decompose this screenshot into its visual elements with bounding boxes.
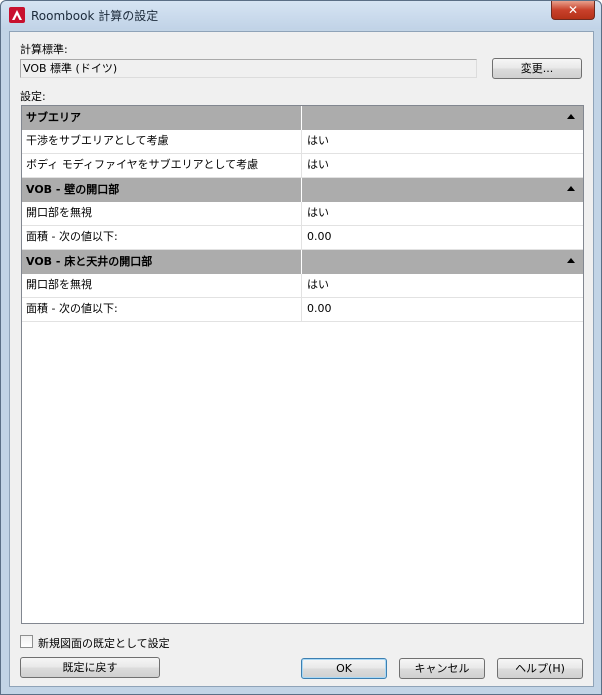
group-title: サブエリア <box>22 106 302 130</box>
property-name: ボディ モディファイヤをサブエリアとして考慮 <box>22 154 302 177</box>
change-button[interactable]: 変更... <box>492 58 582 79</box>
property-row[interactable]: 面積 - 次の値以下: 0.00 <box>22 226 583 250</box>
property-name: 面積 - 次の値以下: <box>22 298 302 321</box>
collapse-arrow-icon[interactable] <box>567 258 575 263</box>
property-value[interactable]: はい <box>307 202 329 224</box>
group-header-wall-openings[interactable]: VOB - 壁の開口部 <box>22 178 583 202</box>
property-value[interactable]: はい <box>307 130 329 152</box>
autocad-app-icon <box>9 7 25 23</box>
property-grid[interactable]: サブエリア 干渉をサブエリアとして考慮 はい ボディ モディファイヤをサブエリア… <box>21 105 584 624</box>
property-row[interactable]: 開口部を無視 はい <box>22 202 583 226</box>
property-row[interactable]: 開口部を無視 はい <box>22 274 583 298</box>
window-title: Roombook 計算の設定 <box>31 9 159 23</box>
group-header-floor-ceiling-openings[interactable]: VOB - 床と天井の開口部 <box>22 250 583 274</box>
property-name: 開口部を無視 <box>22 274 302 297</box>
settings-label: 設定: <box>20 90 46 103</box>
property-row[interactable]: ボディ モディファイヤをサブエリアとして考慮 はい <box>22 154 583 178</box>
reset-defaults-button[interactable]: 既定に戻す <box>20 657 160 678</box>
property-row[interactable]: 面積 - 次の値以下: 0.00 <box>22 298 583 322</box>
property-row[interactable]: 干渉をサブエリアとして考慮 はい <box>22 130 583 154</box>
cancel-button[interactable]: キャンセル <box>399 658 485 679</box>
property-value[interactable]: はい <box>307 274 329 296</box>
collapse-arrow-icon[interactable] <box>567 186 575 191</box>
property-name: 開口部を無視 <box>22 202 302 225</box>
property-name: 干渉をサブエリアとして考慮 <box>22 130 302 153</box>
ok-button[interactable]: OK <box>301 658 387 679</box>
collapse-arrow-icon[interactable] <box>567 114 575 119</box>
new-default-checkbox[interactable] <box>20 635 33 648</box>
group-header-subarea[interactable]: サブエリア <box>22 106 583 130</box>
help-button[interactable]: ヘルプ(H) <box>497 658 583 679</box>
property-value[interactable]: 0.00 <box>307 298 332 320</box>
property-value[interactable]: 0.00 <box>307 226 332 248</box>
standard-value-field: VOB 標準 (ドイツ) <box>20 59 477 78</box>
new-default-checkbox-label[interactable]: 新規図面の既定として設定 <box>38 635 170 651</box>
standard-label: 計算標準: <box>20 43 68 56</box>
group-title: VOB - 床と天井の開口部 <box>22 250 302 274</box>
close-button[interactable]: ✕ <box>551 1 595 20</box>
settings-dialog: Roombook 計算の設定 ✕ 計算標準: VOB 標準 (ドイツ) 変更..… <box>0 0 602 695</box>
title-bar[interactable]: Roombook 計算の設定 ✕ <box>1 1 601 29</box>
group-title: VOB - 壁の開口部 <box>22 178 302 202</box>
property-value[interactable]: はい <box>307 154 329 176</box>
dialog-body: 計算標準: VOB 標準 (ドイツ) 変更... 設定: サブエリア 干渉をサブ… <box>9 31 594 687</box>
property-name: 面積 - 次の値以下: <box>22 226 302 249</box>
